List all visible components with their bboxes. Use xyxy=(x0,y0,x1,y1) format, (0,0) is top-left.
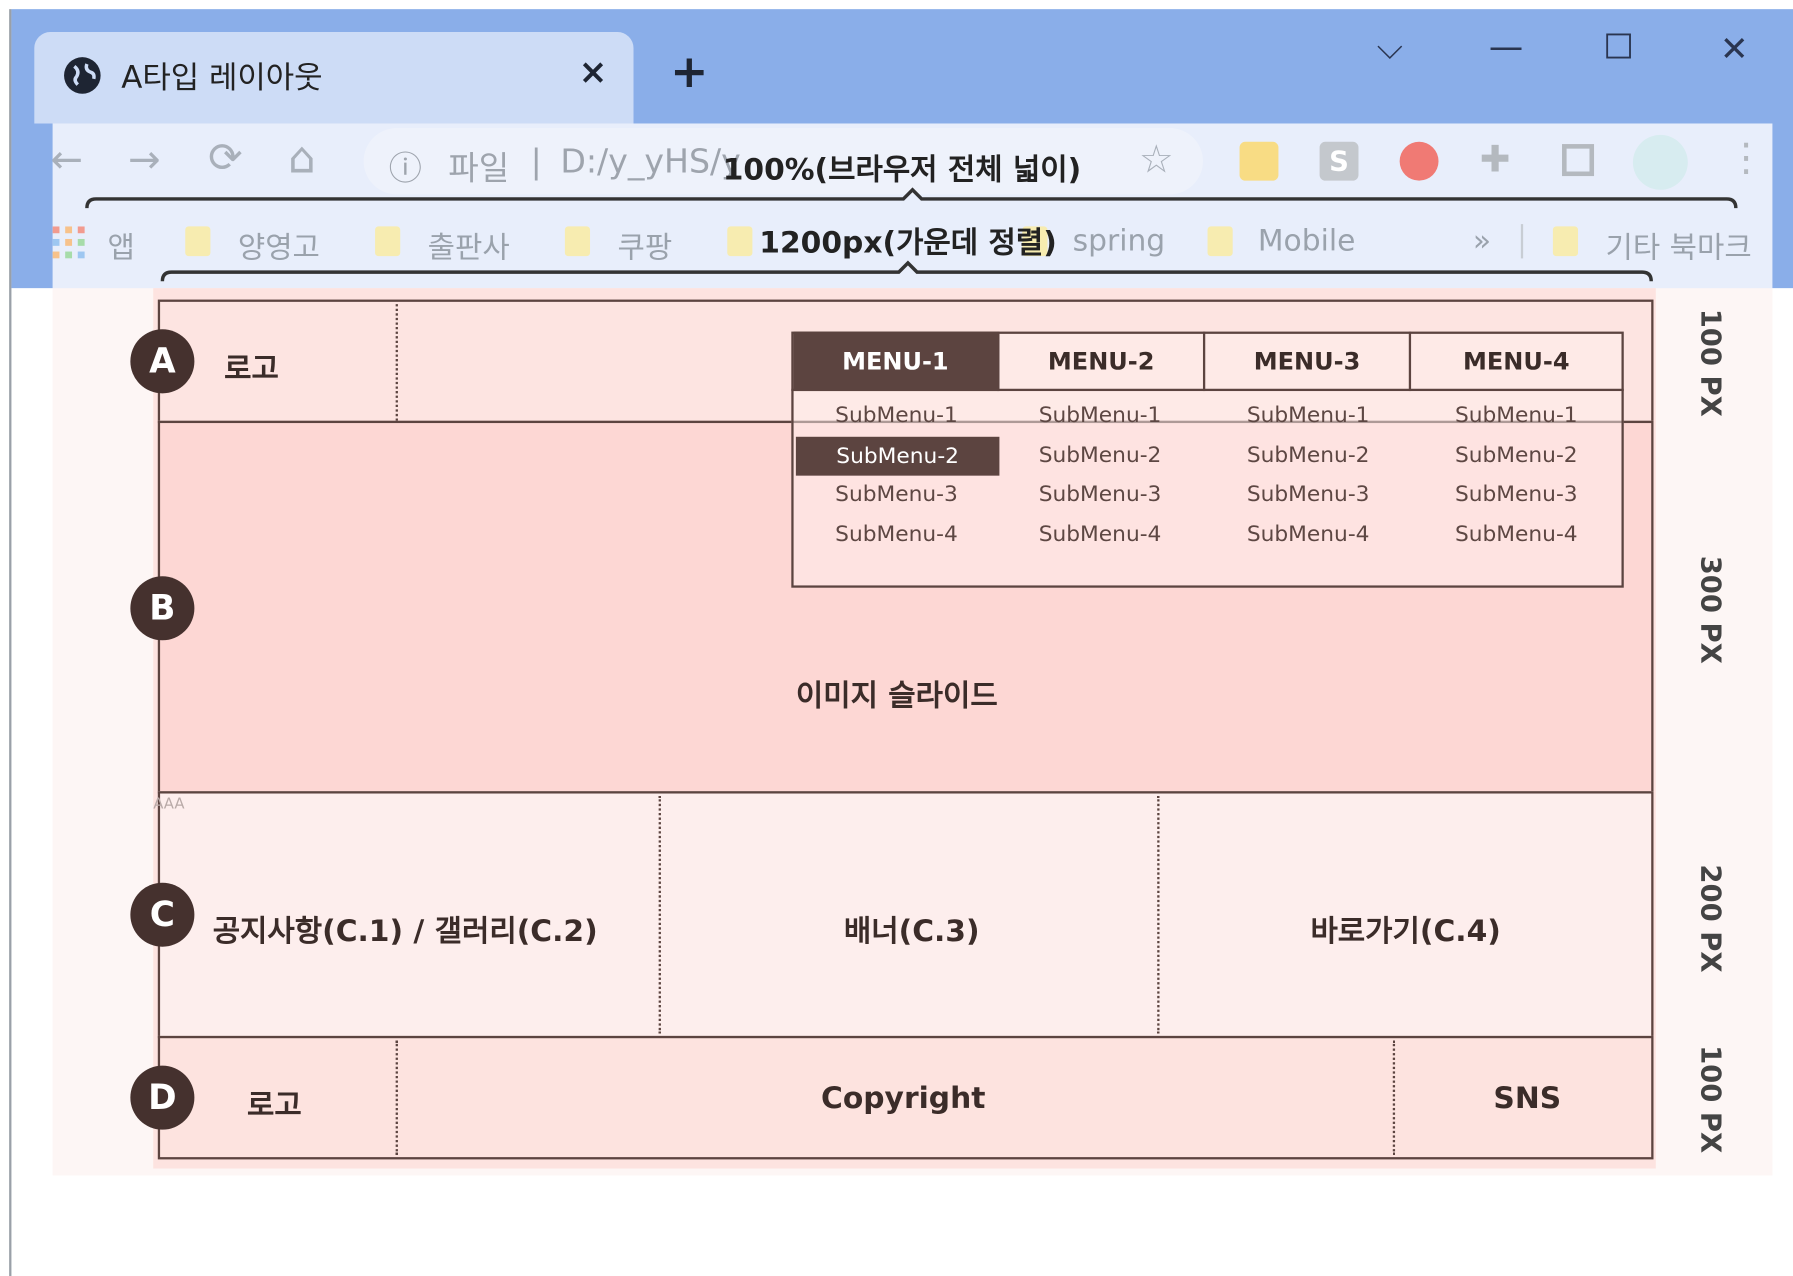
sns-label: SNS xyxy=(1493,1081,1562,1116)
content-marker: AAA xyxy=(153,795,185,813)
menu-2-tab[interactable]: MENU-2 xyxy=(999,331,1206,392)
banner-label: 배너(C.3) xyxy=(843,914,980,950)
section-b-marker: B xyxy=(130,576,195,641)
submenu-item[interactable]: SubMenu-4 xyxy=(794,521,1000,546)
header-logo: 로고 xyxy=(224,352,279,387)
menu-1-tab[interactable]: MENU-1 xyxy=(793,331,1000,392)
submenu-item[interactable]: SubMenu-2 xyxy=(997,442,1203,467)
slide-height-label: 300 PX xyxy=(1694,555,1727,664)
notice-gallery-label: 공지사항(C.1) / 갤러리(C.2) xyxy=(212,914,598,950)
footer-logo: 로고 xyxy=(246,1088,302,1123)
slide-label: 이미지 슬라이드 xyxy=(795,679,998,714)
content-divider xyxy=(1157,795,1160,1034)
submenu-item[interactable]: SubMenu-4 xyxy=(1413,521,1619,546)
section-d-marker: D xyxy=(130,1065,195,1130)
submenu-item[interactable]: SubMenu-4 xyxy=(1205,521,1411,546)
header-height-label: 100 PX xyxy=(1694,308,1727,417)
submenu-item[interactable]: SubMenu-1 xyxy=(1413,402,1619,427)
submenu-item[interactable]: SubMenu-3 xyxy=(794,481,1000,506)
submenu-item[interactable]: SubMenu-1 xyxy=(794,402,1000,427)
menu-4-tab[interactable]: MENU-4 xyxy=(1411,332,1621,391)
footer-divider xyxy=(395,1040,398,1155)
submenu-item[interactable]: SubMenu-3 xyxy=(1413,481,1619,506)
submenu-item[interactable]: SubMenu-4 xyxy=(997,521,1203,546)
submenu-item[interactable]: SubMenu-1 xyxy=(1205,402,1411,427)
header-divider xyxy=(395,304,398,421)
page: A타입 레이아웃 × + ⌵ — ☐ ✕ ← → ⟳ ⌂ ⓘ 파일 | D:/y… xyxy=(0,0,1793,1276)
full-width-annotation: 100%(브라우저 전체 넓이) xyxy=(722,153,1082,188)
footer-divider xyxy=(1392,1040,1396,1155)
center-width-annotation: 1200px(가운데 정렬) xyxy=(759,226,1057,261)
submenu-item[interactable]: SubMenu-1 xyxy=(997,402,1203,427)
content-height-label: 200 PX xyxy=(1694,864,1727,973)
submenu-item[interactable]: SubMenu-2 xyxy=(1205,442,1411,467)
section-a-marker: A xyxy=(130,329,195,394)
menu-3-tab[interactable]: MENU-3 xyxy=(1205,331,1412,392)
footer-height-label: 100 PX xyxy=(1694,1045,1727,1154)
submenu-item-active[interactable]: SubMenu-2 xyxy=(795,436,1000,476)
submenu-item[interactable]: SubMenu-3 xyxy=(997,481,1203,506)
submenu-item[interactable]: SubMenu-2 xyxy=(1413,442,1619,467)
copyright-label: Copyright xyxy=(821,1081,986,1116)
submenu-item[interactable]: SubMenu-3 xyxy=(1205,481,1411,506)
content-divider xyxy=(658,795,661,1034)
shortcut-label: 바로가기(C.4) xyxy=(1310,914,1501,950)
section-c-marker: C xyxy=(130,882,195,947)
